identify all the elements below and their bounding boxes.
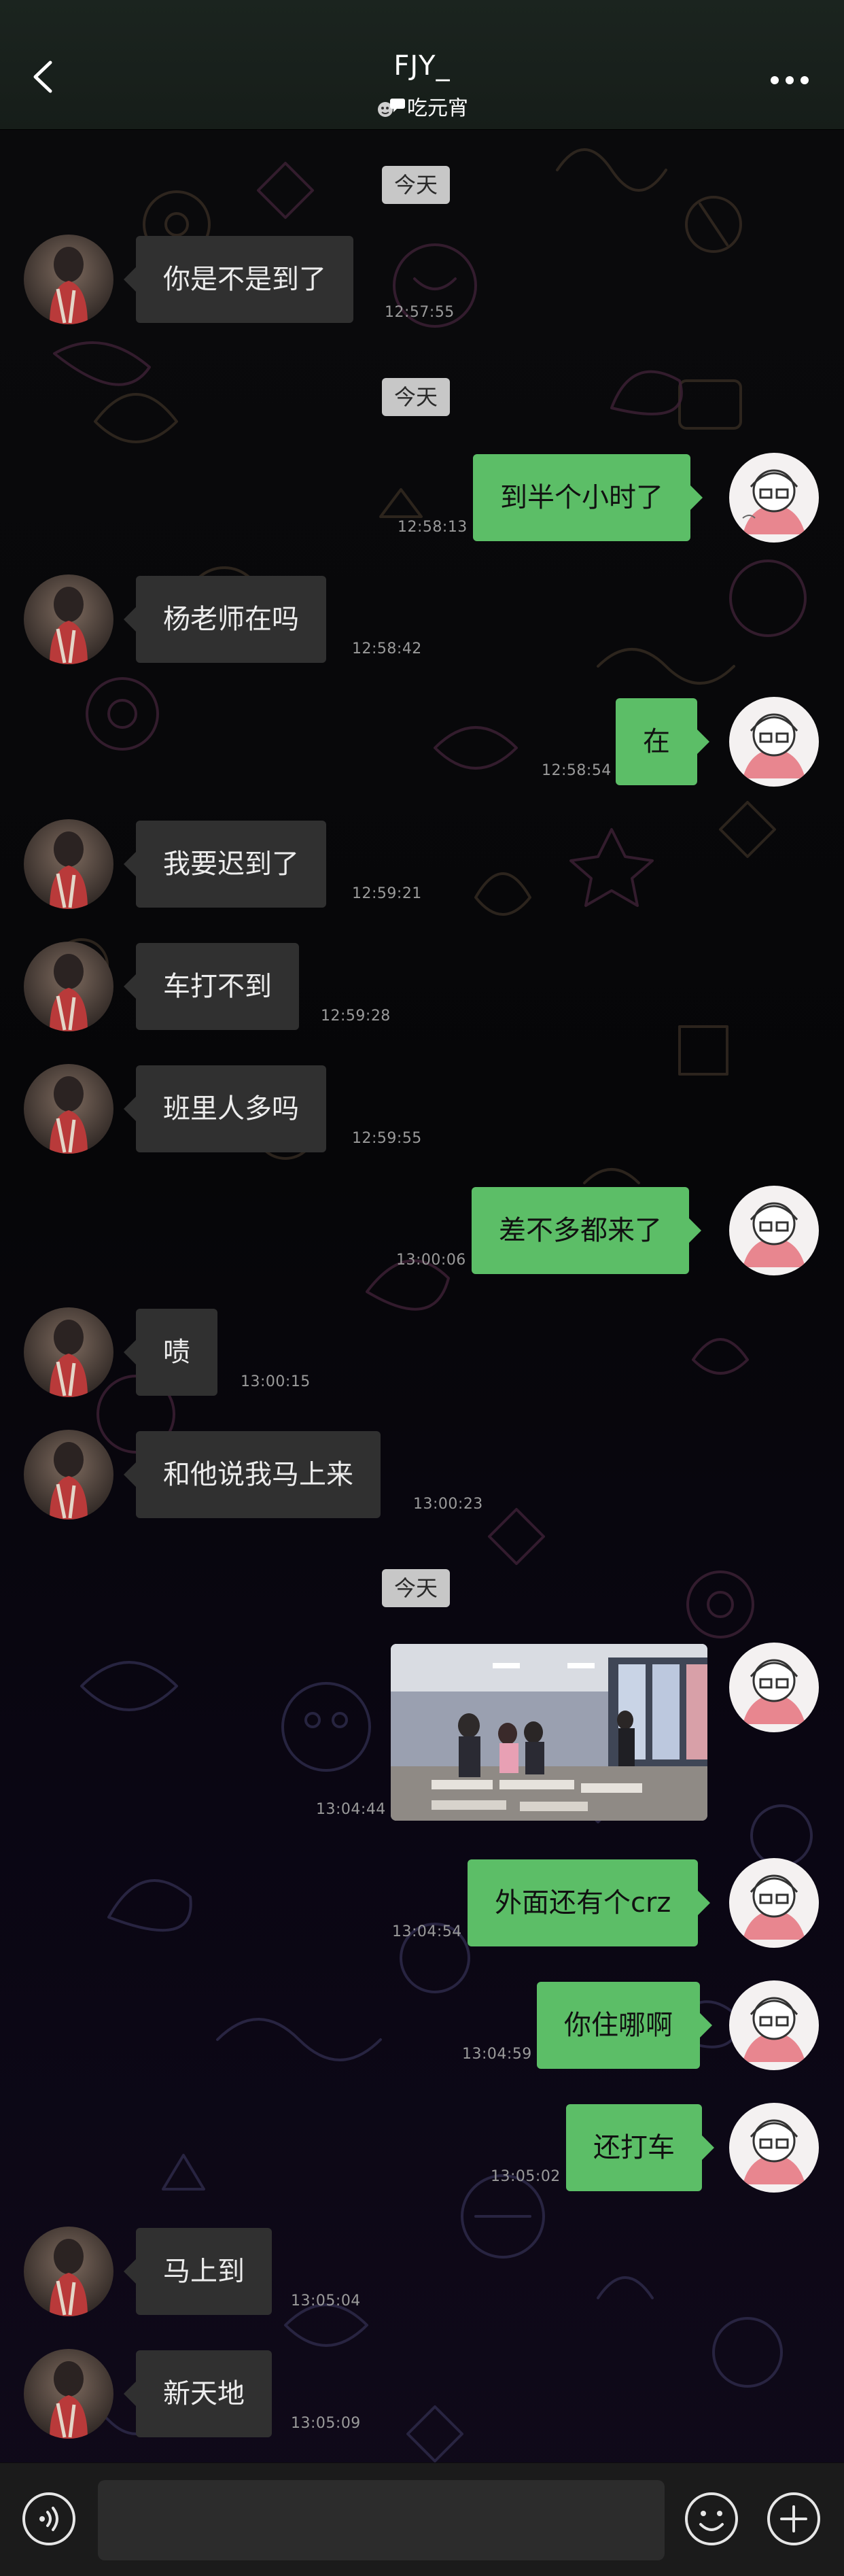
- message-bubble-outgoing[interactable]: 差不多都来了: [472, 1187, 701, 1274]
- contact-avatar-image: [24, 235, 113, 324]
- chat-status: 吃元宵: [0, 91, 844, 121]
- contact-avatar[interactable]: [24, 574, 113, 664]
- my-avatar[interactable]: [729, 1186, 819, 1275]
- message-timestamp: 12:58:42: [352, 640, 422, 657]
- my-avatar[interactable]: [729, 2103, 819, 2193]
- my-avatar-image: [729, 1643, 819, 1732]
- message-timestamp: 13:04:59: [462, 2046, 532, 2063]
- contact-avatar[interactable]: [24, 819, 113, 909]
- classroom-photo: [391, 1644, 707, 1821]
- my-avatar-image: [729, 2103, 819, 2193]
- contact-avatar-image: [24, 1064, 113, 1154]
- date-divider: 今天: [382, 166, 451, 204]
- my-avatar-image: [729, 1186, 819, 1275]
- message-timestamp: 12:57:55: [385, 304, 455, 321]
- contact-avatar[interactable]: [24, 1307, 113, 1397]
- contact-avatar-image: [24, 1430, 113, 1519]
- contact-avatar-image: [24, 2349, 113, 2439]
- message-timestamp: 13:04:44: [316, 1801, 386, 1818]
- chat-title: FJY_: [393, 50, 451, 82]
- plus-icon: [767, 2492, 820, 2545]
- message-bubble-incoming[interactable]: 车打不到: [124, 943, 299, 1030]
- photo-message[interactable]: [391, 1644, 707, 1821]
- message-bubble-incoming[interactable]: 啧: [124, 1309, 217, 1396]
- contact-avatar[interactable]: [24, 235, 113, 324]
- message-bubble-outgoing[interactable]: 到半个小时了: [473, 454, 703, 541]
- more-actions-button[interactable]: [765, 2490, 822, 2547]
- contact-avatar[interactable]: [24, 1430, 113, 1519]
- chat-status-text: 吃元宵: [407, 97, 468, 120]
- contact-avatar[interactable]: [24, 1064, 113, 1154]
- message-bubble-outgoing[interactable]: 你住哪啊: [537, 1982, 712, 2069]
- date-divider: 今天: [382, 378, 451, 416]
- message-list[interactable]: 今天 你是不是到了 12:57:55 今天 到半个小时了 12:58:13 杨老…: [0, 129, 844, 2462]
- message-bubble-incoming[interactable]: 新天地: [124, 2350, 272, 2437]
- my-avatar[interactable]: [729, 1980, 819, 2070]
- message-timestamp: 13:05:09: [291, 2415, 361, 2432]
- message-bubble-outgoing[interactable]: 还打车: [566, 2104, 714, 2191]
- message-timestamp: 12:59:21: [352, 885, 422, 902]
- contact-avatar-image: [24, 574, 113, 664]
- chat-bubble-status-icon: [378, 99, 405, 117]
- contact-avatar-image: [24, 1307, 113, 1397]
- contact-avatar-image: [24, 2227, 113, 2316]
- my-avatar-image: [729, 1858, 819, 1948]
- composer-bar: [0, 2462, 844, 2576]
- message-timestamp: 12:59:28: [321, 1008, 391, 1025]
- contact-avatar-image: [24, 942, 113, 1031]
- message-bubble-incoming[interactable]: 班里人多吗: [124, 1065, 326, 1152]
- chat-header: FJY_ 吃元宵: [0, 0, 844, 130]
- message-timestamp: 13:00:15: [241, 1373, 311, 1390]
- more-button[interactable]: [762, 67, 817, 94]
- voice-icon: [22, 2492, 75, 2545]
- message-timestamp: 12:59:55: [352, 1130, 422, 1147]
- message-timestamp: 12:58:13: [398, 519, 468, 536]
- date-divider: 今天: [382, 1569, 451, 1607]
- my-avatar[interactable]: [729, 1858, 819, 1948]
- message-bubble-outgoing[interactable]: 外面还有个crz: [468, 1859, 711, 1946]
- message-timestamp: 13:04:54: [392, 1923, 462, 1940]
- message-timestamp: 13:00:06: [396, 1252, 466, 1269]
- my-avatar[interactable]: [729, 453, 819, 543]
- message-bubble-incoming[interactable]: 和他说我马上来: [124, 1431, 381, 1518]
- contact-avatar-image: [24, 819, 113, 909]
- contact-avatar[interactable]: [24, 2227, 113, 2316]
- voice-button[interactable]: [20, 2490, 77, 2547]
- my-avatar[interactable]: [729, 697, 819, 787]
- message-bubble-incoming[interactable]: 你是不是到了: [124, 236, 353, 323]
- my-avatar[interactable]: [729, 1643, 819, 1732]
- message-input[interactable]: [98, 2480, 665, 2560]
- message-bubble-incoming[interactable]: 杨老师在吗: [124, 576, 326, 663]
- message-bubble-outgoing[interactable]: 在: [616, 698, 709, 785]
- more-dots-icon: [771, 76, 809, 84]
- chat-screen: FJY_ 吃元宵 今天 你是不是到了 12:57:55 今天 到半个小时了 12…: [0, 0, 844, 2576]
- my-avatar-image: [729, 1980, 819, 2070]
- my-avatar-image: [729, 697, 819, 787]
- emoji-icon: [685, 2492, 738, 2545]
- message-timestamp: 13:05:04: [291, 2292, 361, 2309]
- message-bubble-incoming[interactable]: 我要迟到了: [124, 821, 326, 908]
- message-timestamp: 12:58:54: [542, 762, 612, 779]
- message-timestamp: 13:05:02: [491, 2168, 561, 2185]
- contact-avatar[interactable]: [24, 2349, 113, 2439]
- emoji-button[interactable]: [683, 2490, 740, 2547]
- message-timestamp: 13:00:23: [413, 1496, 483, 1513]
- contact-avatar[interactable]: [24, 942, 113, 1031]
- message-bubble-incoming[interactable]: 马上到: [124, 2228, 272, 2315]
- my-avatar-image: [729, 453, 819, 543]
